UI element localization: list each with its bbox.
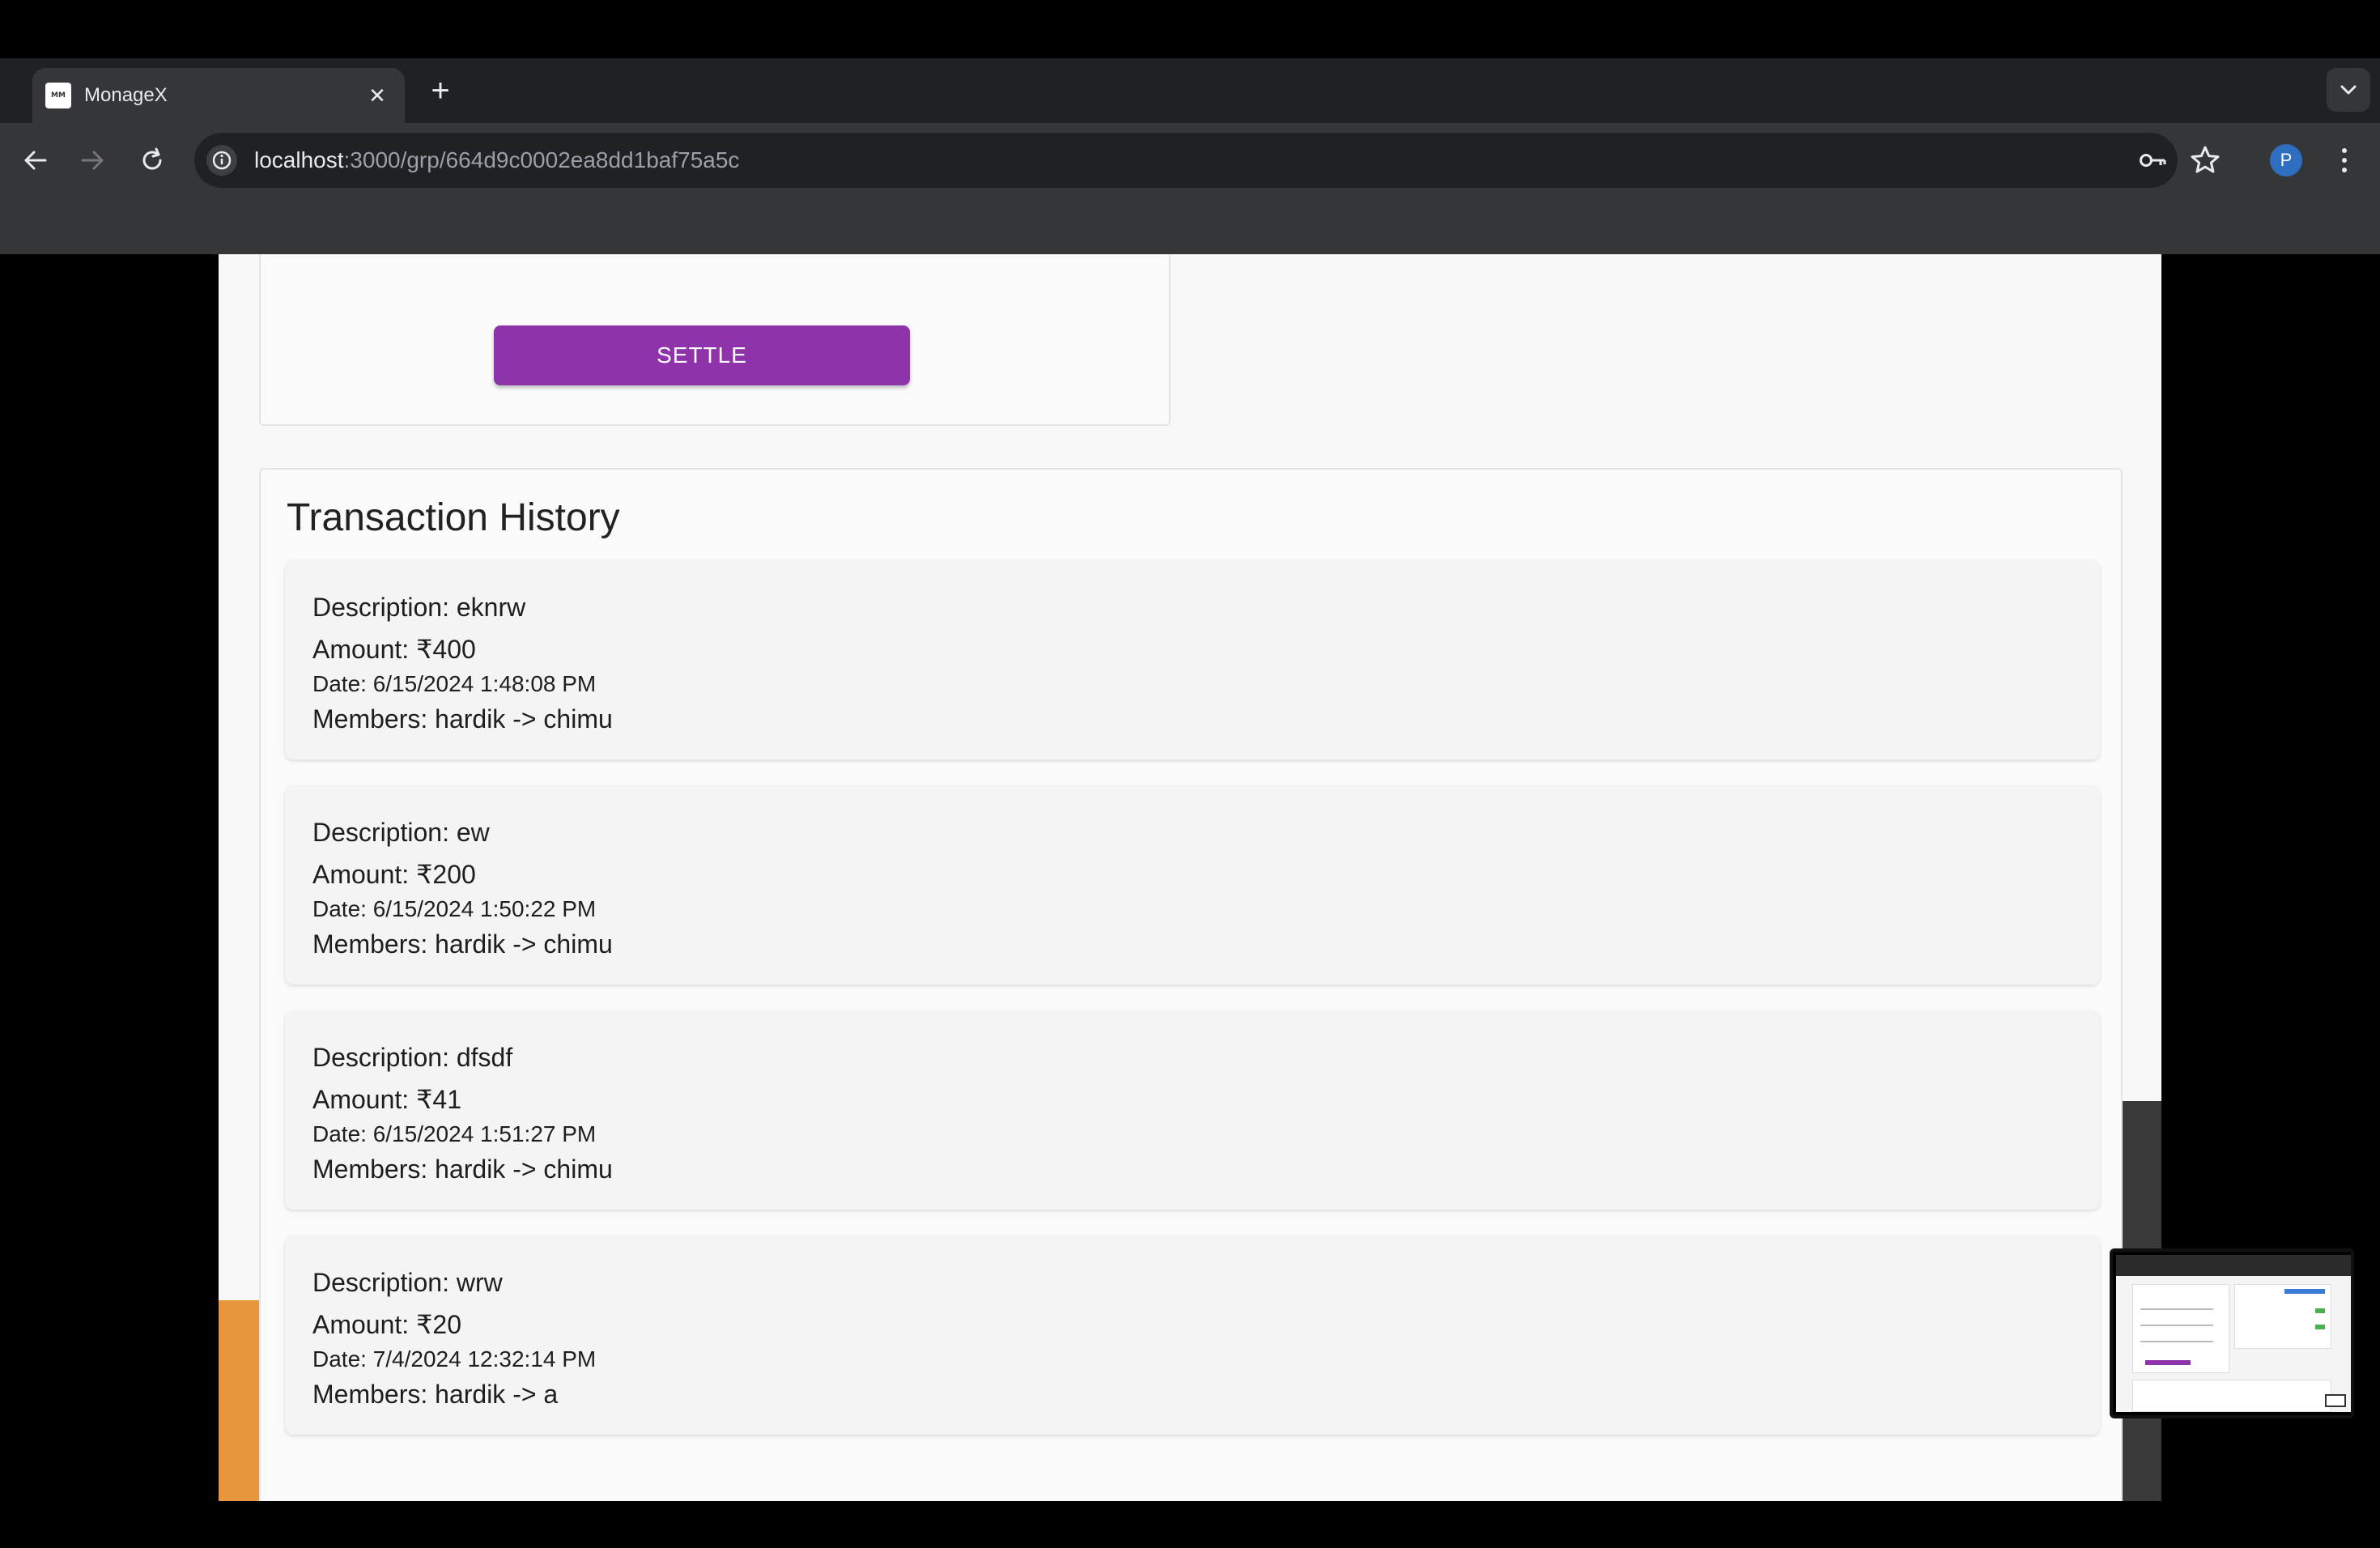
transaction-members: Members: hardik -> a (312, 1380, 559, 1409)
settle-card: SETTLE (259, 254, 1171, 426)
transaction-description: Description: ew (312, 818, 490, 847)
thumbnail-settle-button (2145, 1360, 2191, 1365)
new-tab-button[interactable]: + (423, 73, 458, 108)
profile-avatar[interactable]: P (2270, 144, 2302, 176)
url-host: localhost (254, 147, 344, 172)
transaction-date: Date: 6/15/2024 1:48:08 PM (312, 671, 597, 696)
thumbnail-line (2140, 1308, 2213, 1310)
forward-arrow-icon[interactable] (74, 142, 110, 178)
close-tab-icon[interactable]: ✕ (361, 79, 393, 112)
tab-title: MonageX (84, 84, 168, 106)
favicon-icon: MM (45, 83, 71, 108)
window-top-bar (0, 0, 2380, 58)
tab-search-button[interactable] (2327, 68, 2370, 112)
thumbnail-badge (2315, 1325, 2325, 1329)
transaction-date: Date: 7/4/2024 12:32:14 PM (312, 1346, 597, 1372)
transaction-description: Description: eknrw (312, 593, 526, 622)
browser-tab[interactable]: MM MonageX ✕ (32, 68, 405, 123)
thumbnail-browser-chrome (2116, 1255, 2351, 1276)
thumbnail-line (2140, 1325, 2213, 1326)
thumbnail-page (2116, 1276, 2351, 1412)
background-orange-strip (219, 1300, 259, 1501)
window-bottom-bar (0, 1501, 2380, 1548)
transaction-history-panel: Transaction History Description: eknrw A… (259, 468, 2123, 1501)
thumbnail-card (2234, 1284, 2331, 1349)
transaction-card: Description: dfsdf Amount: ₹41 Date: 6/1… (285, 1010, 2100, 1210)
bookmark-star-icon[interactable] (2187, 142, 2223, 178)
chevron-down-icon (2340, 85, 2357, 95)
transaction-amount: Amount: ₹400 (312, 635, 476, 664)
screenshot-thumbnail[interactable] (2110, 1248, 2354, 1418)
transaction-members: Members: hardik -> chimu (312, 1155, 613, 1184)
url-path: :3000/grp/664d9c0002ea8dd1baf75a5c (343, 147, 740, 172)
url-text[interactable]: localhost:3000/grp/664d9c0002ea8dd1baf75… (254, 146, 739, 175)
thumbnail-line (2140, 1341, 2213, 1342)
more-options-icon[interactable] (2328, 142, 2361, 178)
transaction-date: Date: 6/15/2024 1:50:22 PM (312, 896, 597, 921)
transaction-amount: Amount: ₹41 (312, 1085, 462, 1114)
transaction-members: Members: hardik -> chimu (312, 929, 613, 959)
transaction-amount: Amount: ₹200 (312, 860, 476, 889)
transaction-date: Date: 6/15/2024 1:51:27 PM (312, 1121, 597, 1146)
transaction-members: Members: hardik -> chimu (312, 704, 613, 734)
thumbnail-card (2132, 1380, 2331, 1412)
settle-button[interactable]: SETTLE (494, 325, 910, 385)
transaction-description: Description: dfsdf (312, 1043, 513, 1072)
password-key-icon[interactable] (2136, 142, 2171, 178)
thumbnail-badge (2315, 1308, 2325, 1313)
reload-icon[interactable] (134, 142, 170, 178)
transaction-amount: Amount: ₹20 (312, 1310, 462, 1339)
thumbnail-corner-marker (2325, 1394, 2346, 1407)
transaction-list: Description: eknrw Amount: ₹400 Date: 6/… (285, 560, 2100, 1461)
site-info-icon[interactable] (206, 144, 238, 176)
transaction-card: Description: eknrw Amount: ₹400 Date: 6/… (285, 560, 2100, 759)
thumbnail-button (2284, 1289, 2325, 1294)
transaction-card: Description: wrw Amount: ₹20 Date: 7/4/2… (285, 1235, 2100, 1435)
transaction-card: Description: ew Amount: ₹200 Date: 6/15/… (285, 785, 2100, 985)
page-viewport: SETTLE Transaction History Description: … (219, 254, 2161, 1501)
back-arrow-icon[interactable] (18, 142, 53, 178)
transaction-description: Description: wrw (312, 1268, 503, 1297)
transaction-history-title: Transaction History (287, 496, 620, 539)
